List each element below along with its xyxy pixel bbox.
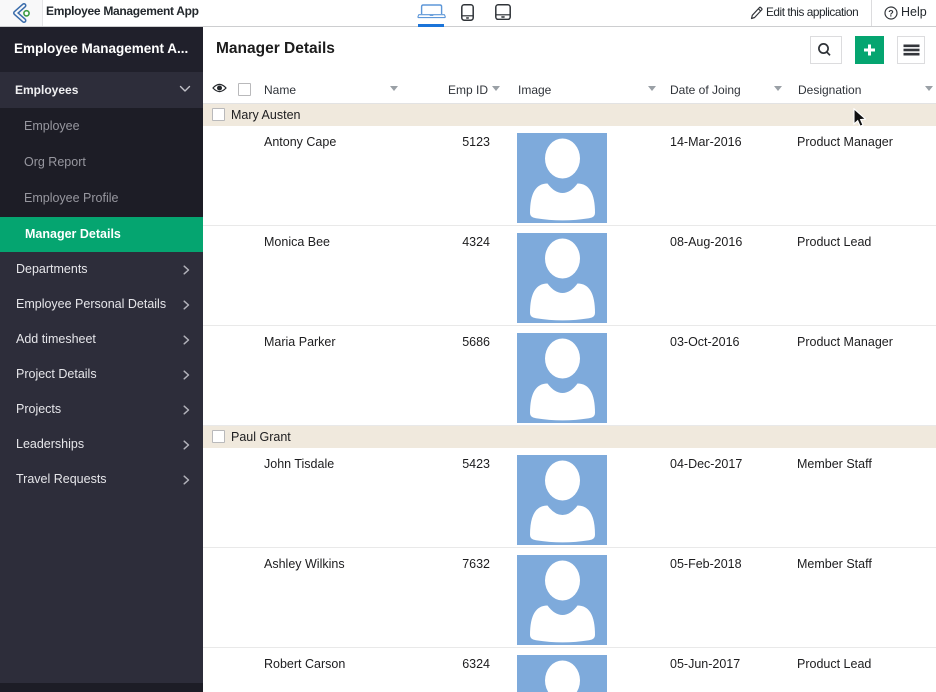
svg-text:?: ? (888, 8, 894, 18)
